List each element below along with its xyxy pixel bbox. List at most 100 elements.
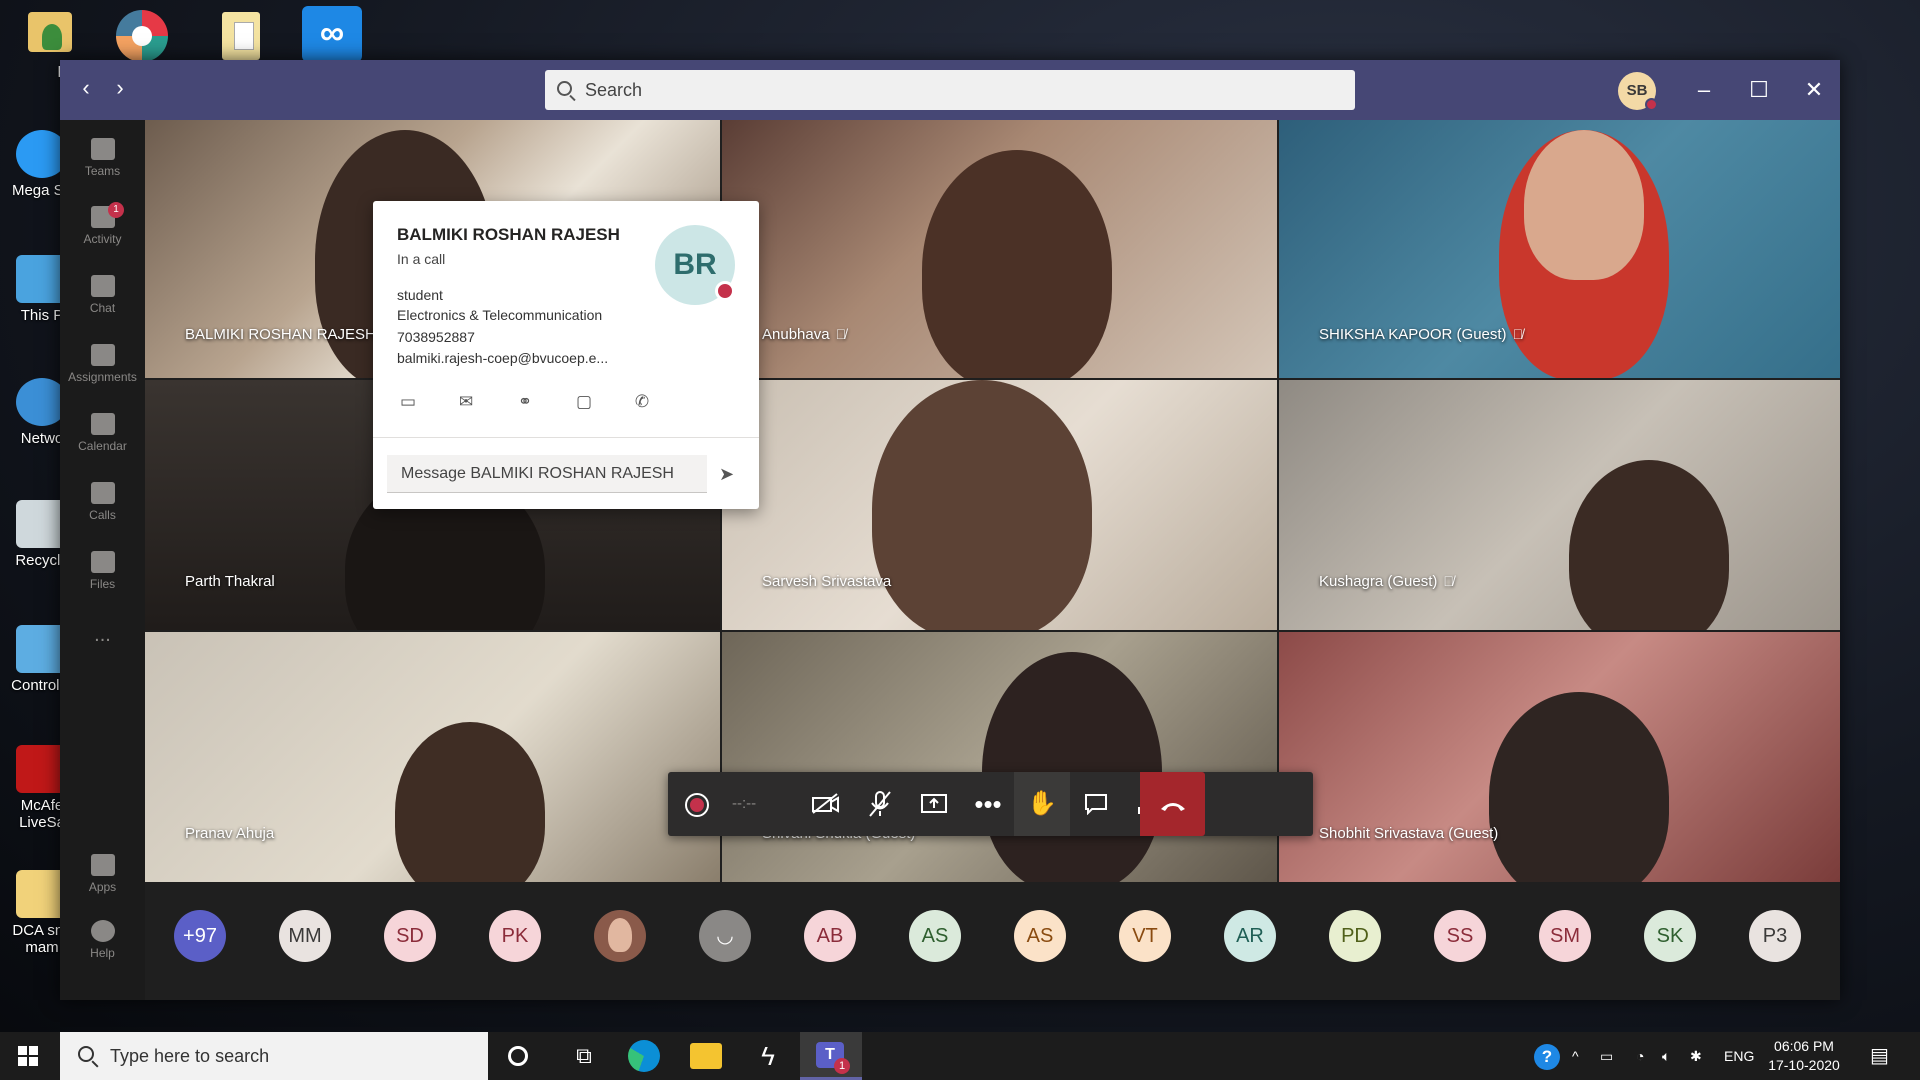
video-tile[interactable]: Anubhava 🎙̸ [722, 120, 1277, 378]
participant-avatar[interactable]: MM [279, 910, 331, 962]
rail-item-chat[interactable]: Chat [60, 275, 145, 315]
help-icon[interactable]: ? [1534, 1044, 1560, 1070]
video-tile[interactable]: Shobhit Srivastava (Guest) [1279, 632, 1840, 882]
activity-badge: 1 [108, 202, 124, 218]
person-icon: ◡ [716, 925, 734, 947]
participant-avatar[interactable]: +97 [174, 910, 226, 962]
rail-item-calls[interactable]: Calls [60, 482, 145, 522]
search-input[interactable]: Search [545, 70, 1355, 110]
app-bolt-icon[interactable]: ϟ [752, 1040, 784, 1072]
taskbar-teams-button[interactable]: T 1 [800, 1032, 862, 1080]
picasa-icon[interactable] [112, 6, 172, 62]
video-tile[interactable]: Shivani Shukla (Guest) [722, 632, 1277, 882]
teams-icon [90, 138, 115, 160]
share-screen-icon[interactable] [906, 772, 962, 836]
back-arrow-icon[interactable]: ‹ [74, 76, 98, 100]
send-icon[interactable]: ➤ [719, 463, 741, 485]
chat-icon[interactable] [1068, 772, 1124, 836]
file-explorer-icon[interactable] [690, 1043, 722, 1069]
rail-label: Chat [89, 301, 116, 315]
language-indicator[interactable]: ENG [1724, 1032, 1754, 1080]
participant-avatar[interactable]: PK [489, 910, 541, 962]
raise-hand-icon[interactable]: ✋ [1014, 772, 1070, 836]
document-folder-icon[interactable] [212, 6, 272, 62]
participant-initials: SK [1656, 925, 1684, 947]
participant-avatar[interactable]: SK [1644, 910, 1696, 962]
task-view-icon[interactable]: ⧉ [568, 1040, 600, 1072]
clock-time: 06:06 PM [1774, 1038, 1834, 1054]
mic-off-icon: 🎙̸ [1512, 326, 1524, 342]
profile-email[interactable]: balmiki.rajesh-coep@bvucoep.e... [397, 350, 608, 366]
video-tile[interactable]: SHIKSHA KAPOOR (Guest) 🎙̸ [1279, 120, 1840, 378]
participant-avatar[interactable]: SD [384, 910, 436, 962]
video-call-icon[interactable]: ▢ [573, 391, 595, 413]
message-input[interactable]: Message BALMIKI ROSHAN RAJESH [387, 455, 707, 493]
participant-avatar[interactable] [594, 910, 646, 962]
rail-label: Teams [84, 164, 121, 178]
forward-arrow-icon[interactable]: › [108, 76, 132, 100]
notifications-icon[interactable]: ▤ [1870, 1032, 1889, 1080]
camera-off-icon[interactable] [798, 772, 854, 836]
email-icon[interactable]: ✉ [455, 391, 477, 413]
search-icon [557, 81, 572, 96]
minimize-icon[interactable]: – [1688, 74, 1720, 106]
infinity-app-icon[interactable]: ∞ [302, 6, 362, 62]
teams-window: ‹ › Search SB – ☐ ✕ Teams 1 Activity Cha… [60, 60, 1840, 1000]
taskbar-search-placeholder: Type here to search [110, 1046, 270, 1066]
close-icon[interactable]: ✕ [1798, 74, 1830, 106]
recording-icon[interactable] [668, 772, 724, 836]
rail-item-files[interactable]: Files [60, 551, 145, 591]
mic-off-icon[interactable] [852, 772, 908, 836]
bluetooth-icon[interactable]: ✱ [1690, 1032, 1702, 1080]
participant-avatar[interactable]: VT [1119, 910, 1171, 962]
participant-initials: MM [288, 925, 322, 947]
folder-user-icon[interactable]: hp [20, 6, 80, 81]
participant-avatar[interactable]: ◡ [699, 910, 751, 962]
video-tile[interactable]: Sarvesh Srivastava [722, 380, 1277, 630]
participant-initials: AR [1236, 925, 1264, 947]
phone-call-icon[interactable]: ✆ [631, 391, 653, 413]
participant-avatar[interactable]: AS [1014, 910, 1066, 962]
participant-initials: AS [1026, 925, 1054, 947]
rail-label: Assignments [68, 370, 137, 384]
rail-item-apps[interactable]: Apps [60, 854, 145, 894]
profile-phone[interactable]: 7038952887 [397, 329, 475, 345]
video-tile[interactable]: Pranav Ahuja [145, 632, 720, 882]
participant-initials: AB [816, 925, 844, 947]
participant-video [1569, 460, 1729, 630]
video-tile[interactable]: Kushagra (Guest) 🎙̸ [1279, 380, 1840, 630]
windows-start-icon[interactable] [18, 1046, 38, 1066]
participant-avatar[interactable]: AS [909, 910, 961, 962]
rail-item-calendar[interactable]: Calendar [60, 413, 145, 453]
org-chart-icon[interactable]: ⚭ [514, 391, 536, 413]
rail-item-activity[interactable]: 1 Activity [60, 202, 145, 246]
participant-avatar[interactable]: P3 [1749, 910, 1801, 962]
participant-avatar[interactable]: SM [1539, 910, 1591, 962]
edge-icon[interactable] [628, 1040, 660, 1072]
battery-icon[interactable]: ▭ [1600, 1032, 1613, 1080]
more-apps-icon[interactable]: ... [60, 624, 145, 647]
cortana-icon[interactable] [508, 1046, 528, 1066]
rail-item-teams[interactable]: Teams [60, 138, 145, 178]
profile-status: In a call [397, 251, 446, 267]
profile-name: BALMIKI ROSHAN RAJESH [397, 225, 620, 244]
hang-up-button[interactable] [1140, 772, 1205, 836]
participant-name: Pranav Ahuja [185, 825, 274, 842]
file-icon [90, 551, 115, 573]
wifi-icon[interactable]: ◔ [1636, 1032, 1644, 1080]
rail-item-assignments[interactable]: Assignments [60, 344, 145, 384]
rail-item-help[interactable]: Help [60, 920, 145, 960]
my-avatar[interactable]: SB [1618, 72, 1658, 111]
participant-avatar[interactable]: SS [1434, 910, 1486, 962]
participant-avatar[interactable]: PD [1329, 910, 1381, 962]
participant-avatar[interactable]: AB [804, 910, 856, 962]
clock[interactable]: 06:06 PM 17-10-2020 [1756, 1037, 1852, 1075]
taskbar-search-input[interactable]: Type here to search [60, 1032, 488, 1080]
volume-icon[interactable]: 🔈︎ [1662, 1032, 1670, 1080]
more-actions-icon[interactable]: ••• [960, 772, 1016, 836]
chevron-up-icon[interactable]: ^ [1572, 1032, 1579, 1080]
chat-icon[interactable]: ▭ [397, 391, 419, 413]
maximize-icon[interactable]: ☐ [1743, 74, 1775, 106]
profile-department: Electronics & Telecommunication [397, 307, 603, 323]
participant-avatar[interactable]: AR [1224, 910, 1276, 962]
